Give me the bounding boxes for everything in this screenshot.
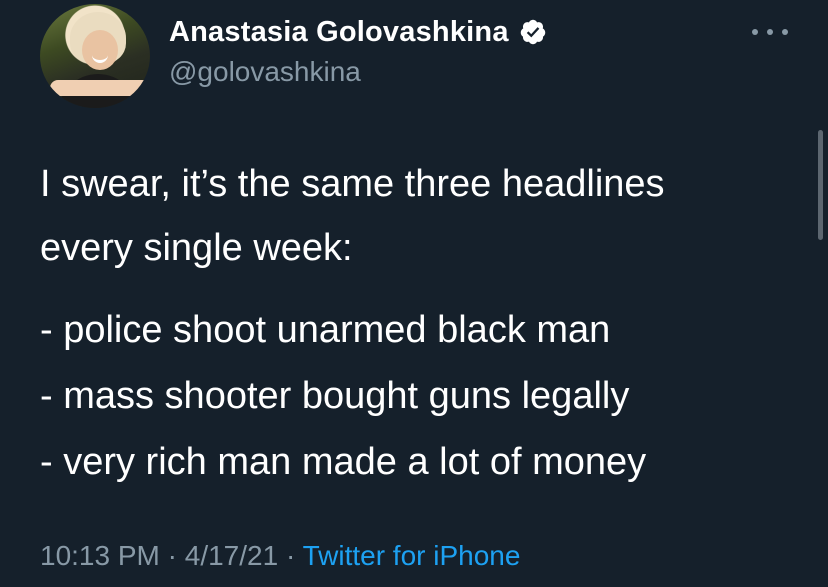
user-handle[interactable]: @golovashkina: [169, 56, 361, 88]
avatar[interactable]: [40, 4, 150, 108]
tweet-card: Anastasia Golovashkina @golovashkina I s…: [0, 0, 828, 587]
tweet-text-line: - mass shooter bought guns legally: [40, 375, 630, 417]
verified-badge-icon: [520, 19, 545, 45]
scrollbar[interactable]: [818, 130, 823, 240]
avatar-face: [82, 30, 118, 70]
tweet-time[interactable]: 10:13 PM: [40, 540, 160, 571]
author-name-row[interactable]: Anastasia Golovashkina: [169, 14, 547, 50]
tweet-date[interactable]: 4/17/21: [185, 540, 278, 571]
ellipsis-dot: [767, 29, 773, 35]
tweet-metadata: 10:13 PM · 4/17/21 · Twitter for iPhone: [40, 540, 520, 572]
tweet-text-line: every single week:: [40, 227, 353, 269]
tweet-text-line: - very rich man made a lot of money: [40, 441, 647, 483]
tweet-source-link[interactable]: Twitter for iPhone: [303, 540, 521, 571]
tweet-text-line: I swear, it’s the same three headlines: [40, 163, 665, 205]
display-name[interactable]: Anastasia Golovashkina: [169, 16, 509, 49]
ellipsis-icon[interactable]: [752, 22, 788, 42]
meta-separator: ·: [159, 540, 185, 571]
meta-separator: ·: [278, 540, 303, 571]
ellipsis-dot: [752, 29, 758, 35]
tweet-text-line: - police shoot unarmed black man: [40, 309, 611, 351]
ellipsis-dot: [782, 29, 788, 35]
avatar-arm: [50, 80, 150, 96]
